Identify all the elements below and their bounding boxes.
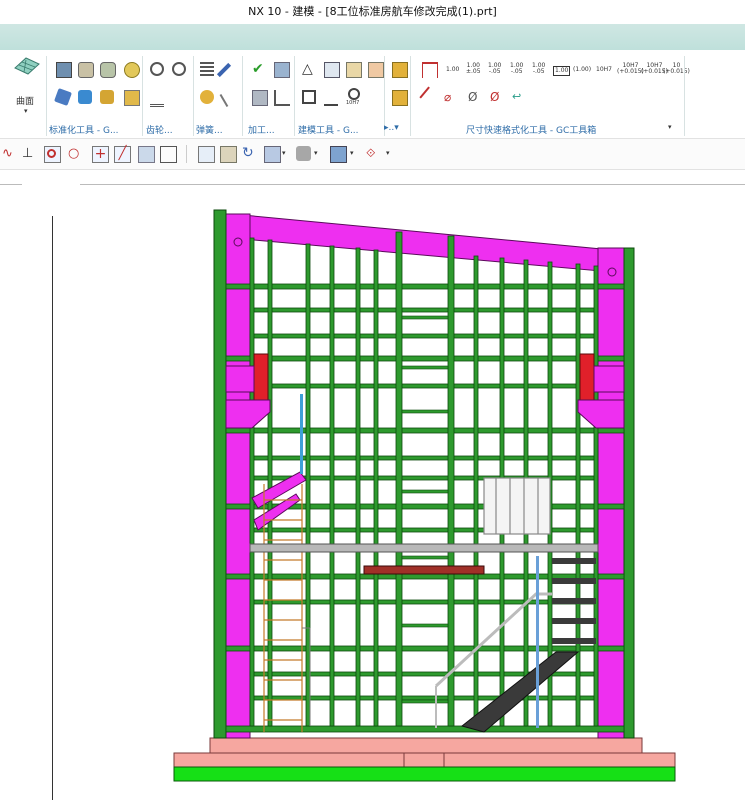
roof-beam (231, 213, 613, 273)
red-tray (363, 565, 485, 575)
center-rungs (401, 315, 449, 704)
graphics-window[interactable] (0, 0, 745, 800)
stair-steps (552, 558, 596, 644)
right-railing (483, 477, 551, 535)
right-bracket (577, 399, 625, 429)
right-pipe (536, 556, 539, 728)
base-mid-slab (173, 752, 676, 768)
left-bracket (225, 399, 271, 429)
walkway-platform (249, 543, 599, 553)
base-top-slab (209, 737, 643, 755)
right-column (597, 247, 625, 739)
right-red-block (579, 353, 595, 401)
left-red-block (253, 353, 269, 401)
left-pipe (300, 394, 303, 474)
outer-post-right (623, 247, 635, 739)
stair-stringer (460, 651, 580, 733)
outer-post-left (213, 209, 227, 739)
base-green-slab (173, 766, 676, 782)
left-column (225, 213, 251, 739)
